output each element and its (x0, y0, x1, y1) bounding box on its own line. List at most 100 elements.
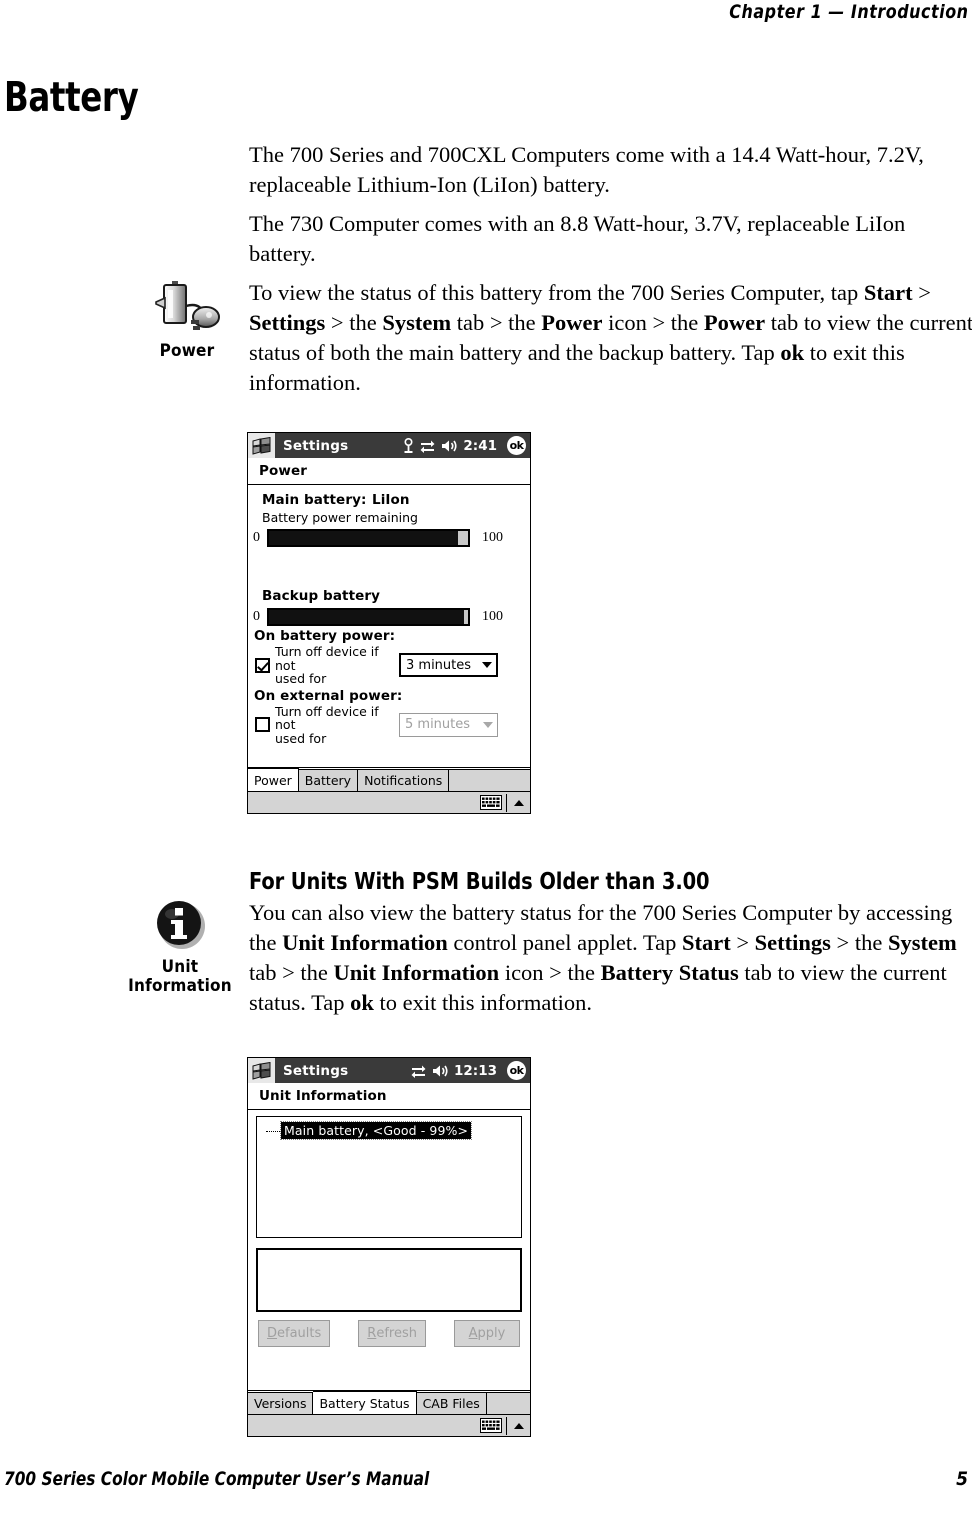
defaults-button[interactable]: Defaults (258, 1320, 331, 1347)
page-title: Battery (4, 73, 139, 121)
on-battery-power-row: Turn off device if not used for 3 minute… (248, 644, 530, 686)
tree-item-label: Main battery, <Good - 99%> (279, 1121, 473, 1140)
speaker-icon[interactable] (432, 1064, 449, 1078)
sync-arrows-icon[interactable] (411, 1064, 426, 1078)
paragraph-2: The 730 Computer comes with an 8.8 Watt-… (249, 211, 906, 266)
p3-bold-power-1: Power (541, 310, 603, 335)
unitinfo-titlebar-time: 12:13 (454, 1062, 497, 1079)
on-battery-timeout-dropdown[interactable]: 3 minutes (399, 653, 498, 678)
paragraph-3: To view the status of this battery from … (249, 278, 972, 398)
section-heading-psm: For Units With PSM Builds Older than 3.0… (249, 869, 710, 895)
power-body: Main battery: LiIon Battery power remain… (248, 485, 530, 745)
page-footer: 700 Series Color Mobile Computer User’s … (4, 1468, 968, 1490)
backup-gauge-max: 100 (482, 609, 503, 624)
up-arrow-icon[interactable] (514, 1422, 524, 1429)
on-external-timeout-dropdown[interactable]: 5 minutes (399, 712, 498, 737)
power-tabstrip: Power Battery Notifications (248, 767, 530, 791)
manual-title: 700 Series Color Mobile Computer User’s … (4, 1468, 430, 1490)
unitinfo-button-row: Defaults Refresh Apply (258, 1320, 520, 1347)
battery-detail-box[interactable] (256, 1248, 522, 1312)
tab-versions[interactable]: Versions (248, 1392, 314, 1414)
p3-bold-start: Start (863, 280, 913, 305)
p4-bold-unitinfo-1: Unit Information (282, 930, 448, 955)
refresh-button[interactable]: Refresh (358, 1320, 426, 1347)
on-external-timeout-value: 5 minutes (405, 717, 471, 733)
power-titlebar: Settings 2:41 ok (248, 433, 530, 458)
start-button[interactable] (248, 433, 275, 458)
p4-text-e: tab > the (249, 960, 334, 985)
p4-bold-system: System (887, 930, 957, 955)
p4-bold-battery-status: Battery Status (600, 960, 739, 985)
p3-sep-1: > (912, 280, 931, 305)
on-external-power-row: Turn off device if not used for 5 minute… (248, 704, 530, 746)
unitinfo-titlebar-icons: 12:13 ok (411, 1058, 526, 1083)
tab-notifications[interactable]: Notifications (358, 769, 450, 791)
screenshot-power-settings: Settings 2:41 ok Power Main battery: LiI… (247, 432, 531, 814)
chevron-down-icon (482, 662, 492, 669)
windows-flag-icon (252, 436, 271, 455)
start-button[interactable] (248, 1058, 275, 1083)
on-external-turnoff-checkbox[interactable] (255, 717, 270, 733)
battery-status-listbox[interactable]: Main battery, <Good - 99%> (256, 1116, 522, 1238)
unitinfo-applet-title: Unit Information (248, 1083, 530, 1110)
ok-button[interactable]: ok (507, 436, 526, 455)
ok-button[interactable]: ok (507, 1061, 526, 1080)
tree-connector-line (266, 1130, 280, 1133)
page-number: 5 (956, 1468, 968, 1490)
speaker-icon[interactable] (441, 439, 458, 453)
p3-bold-ok: ok (780, 340, 805, 365)
antenna-icon[interactable] (403, 437, 414, 454)
main-battery-row: Main battery: LiIon (248, 485, 530, 508)
paragraph-4: You can also view the battery status for… (249, 898, 972, 1018)
info-circle-icon (157, 901, 205, 949)
footer-divider (506, 793, 507, 812)
tab-cab-files[interactable]: CAB Files (416, 1392, 487, 1414)
screenshot-unit-information: Settings 12:13 ok Unit Information Main … (247, 1057, 531, 1437)
power-applet-icon-block: Power (128, 276, 246, 361)
p4-bold-settings: Settings (754, 930, 831, 955)
footer-divider (506, 1416, 507, 1435)
tab-battery[interactable]: Battery (298, 769, 359, 791)
tab-battery-status[interactable]: Battery Status (313, 1391, 417, 1414)
refresh-accel: R (367, 1326, 377, 1341)
unitinfo-titlebar-title: Settings (283, 1062, 349, 1079)
power-titlebar-title: Settings (283, 437, 349, 454)
backup-gauge-min: 0 (253, 609, 260, 624)
p3-text-f: icon > the (602, 310, 704, 335)
tree-item-main-battery[interactable]: Main battery, <Good - 99%> (266, 1121, 473, 1140)
up-arrow-icon[interactable] (514, 799, 524, 806)
backup-battery-gauge-row: 0 100 (248, 604, 530, 626)
power-titlebar-time: 2:41 (463, 437, 497, 454)
sync-arrows-icon[interactable] (420, 439, 435, 453)
p4-text-h: to exit this information. (373, 990, 593, 1015)
soft-keyboard-icon[interactable] (480, 795, 502, 810)
main-battery-label: Main battery: (262, 492, 367, 508)
body-text-column: The 700 Series and 700CXL Computers come… (249, 140, 972, 407)
p4-text-b: control panel applet. Tap (447, 930, 682, 955)
tabstrip-filler (486, 1392, 530, 1414)
apply-button[interactable]: Apply (453, 1320, 520, 1347)
on-battery-label-line2: used for (275, 671, 327, 686)
unit-info-caption-line1: Unit (161, 957, 199, 977)
tabstrip-filler (449, 769, 530, 791)
on-battery-timeout-value: 3 minutes (406, 657, 472, 673)
backup-gauge-fill (269, 610, 465, 624)
windows-flag-icon (252, 1061, 271, 1080)
on-external-label-line2: used for (275, 730, 327, 746)
on-external-label-line1: Turn off device if not (275, 703, 379, 732)
tab-power[interactable]: Power (248, 768, 299, 791)
backup-battery-gauge (267, 608, 470, 626)
battery-power-remaining-label: Battery power remaining (262, 510, 418, 525)
p4-bold-ok: ok (350, 990, 374, 1015)
body-text-column-2: You can also view the battery status for… (249, 898, 972, 1027)
power-applet-title: Power (248, 458, 530, 485)
power-footer-bar (248, 791, 530, 813)
p4-bold-start: Start (681, 930, 731, 955)
on-battery-turnoff-checkbox[interactable] (255, 657, 270, 673)
soft-keyboard-icon[interactable] (480, 1418, 502, 1433)
p3-text-e: tab > the (451, 310, 542, 335)
unit-information-icon-block: Unit Information (110, 896, 250, 996)
unitinfo-body: Main battery, <Good - 99%> Defaults Refr… (248, 1116, 530, 1347)
backup-battery-label: Backup battery (262, 588, 381, 604)
p3-text-d: > the (325, 310, 383, 335)
